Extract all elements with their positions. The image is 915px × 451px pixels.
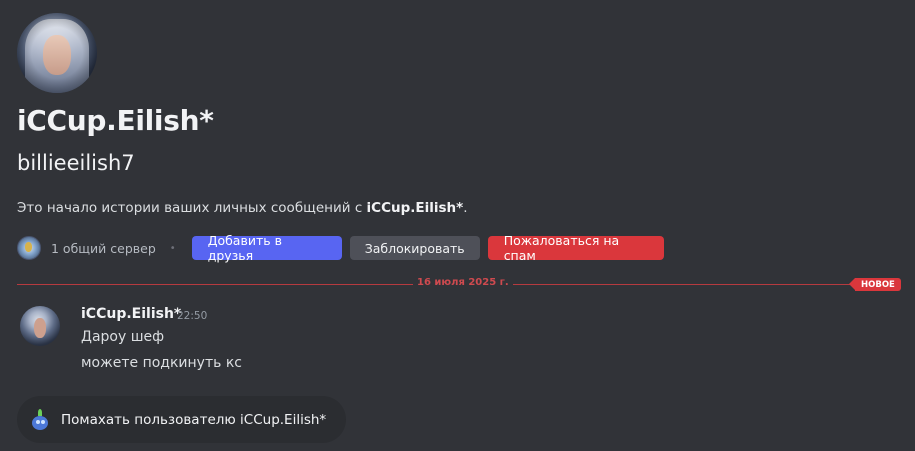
add-friend-button[interactable]: Добавить в друзья — [191, 233, 342, 263]
intro-prefix: Это начало истории ваших личных сообщени… — [17, 200, 367, 216]
block-button[interactable]: Заблокировать — [349, 236, 480, 260]
report-spam-button[interactable]: Пожаловаться на спам — [487, 233, 664, 263]
mutual-servers-link[interactable]: 1 общий сервер — [51, 241, 156, 256]
wave-body — [32, 415, 48, 430]
dm-intro-text: Это начало истории ваших личных сообщени… — [17, 200, 468, 216]
wave-label: Помахать пользователю iCCup.Eilish* — [61, 411, 327, 428]
avatar-shade — [17, 13, 97, 93]
divider-date: 16 июля 2025 г. — [413, 277, 513, 288]
server-icon[interactable] — [17, 236, 41, 260]
wave-eye — [36, 419, 40, 424]
new-badge: НОВОЕ — [849, 278, 901, 291]
profile-actions: 1 общий сервер • Добавить в друзья Забло… — [17, 233, 672, 263]
message-text: можете подкинуть кс — [81, 355, 242, 371]
message-author[interactable]: iCCup.Eilish* — [81, 306, 181, 322]
message-text: Дароу шеф — [81, 329, 165, 345]
intro-name: iCCup.Eilish* — [366, 200, 464, 216]
separator-dot: • — [169, 242, 176, 254]
intro-suffix: . — [463, 200, 468, 216]
wave-button[interactable]: Помахать пользователю iCCup.Eilish* — [17, 396, 346, 443]
message-timestamp[interactable]: 22:50 — [177, 310, 207, 322]
message-avatar[interactable] — [20, 306, 60, 346]
profile-display-name: iCCup.Eilish* — [17, 104, 214, 137]
wave-eye — [41, 419, 45, 424]
profile-avatar[interactable] — [17, 13, 97, 93]
wave-sticker-icon — [29, 408, 51, 431]
profile-username: billieeilish7 — [17, 151, 135, 175]
wave-sprout — [38, 408, 42, 416]
message-avatar-face — [34, 318, 46, 338]
